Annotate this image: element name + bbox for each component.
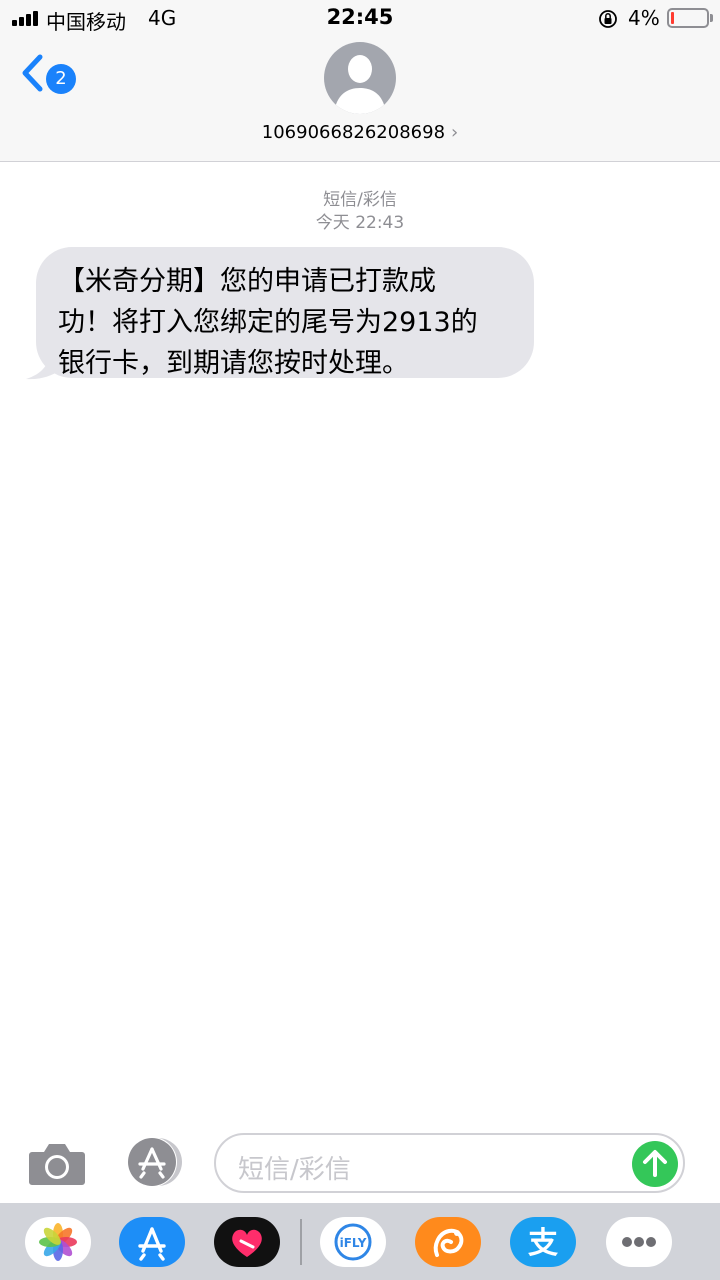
chevron-left-icon <box>22 54 43 92</box>
photos-icon[interactable] <box>25 1217 91 1267</box>
battery-nub <box>710 14 713 22</box>
ifly-icon[interactable]: iFLY <box>320 1217 386 1267</box>
camera-icon[interactable] <box>28 1140 86 1186</box>
status-bar: 中国移动 4G 22:45 4% <box>0 0 720 38</box>
orientation-lock-icon <box>599 10 617 28</box>
battery-level <box>671 12 674 24</box>
message-type-label: 短信/彩信 <box>323 190 397 210</box>
message-input-placeholder: 短信/彩信 <box>238 1155 351 1185</box>
app-store-icon[interactable] <box>122 1136 184 1188</box>
chevron-right-icon: › <box>451 122 459 143</box>
app-drawer: iFLY 支 <box>0 1203 720 1280</box>
battery-icon <box>667 8 709 28</box>
digital-touch-icon[interactable] <box>214 1217 280 1267</box>
app-store-icon[interactable] <box>119 1217 185 1267</box>
drawer-divider <box>300 1219 302 1265</box>
contact-avatar[interactable] <box>324 42 396 114</box>
message-bubble[interactable]: 【米奇分期】您的申请已打款成 功！将打入您绑定的尾号为2913的 银行卡，到期请… <box>36 247 534 379</box>
message-timestamp: 今天 22:43 <box>315 213 405 233</box>
send-button[interactable] <box>632 1141 678 1187</box>
conversation-header: 2 1069066826208698 › <box>0 38 720 162</box>
uc-browser-icon[interactable] <box>415 1217 481 1267</box>
contact-number-text: 1069066826208698 <box>261 122 446 143</box>
unread-count-badge: 2 <box>46 64 76 94</box>
person-icon <box>334 55 386 114</box>
more-icon[interactable] <box>606 1217 672 1267</box>
message-line: 功！将打入您绑定的尾号为2913的 <box>58 307 478 338</box>
message-line: 【米奇分期】您的申请已打款成 <box>58 266 436 297</box>
ifly-label: iFLY <box>340 1236 367 1250</box>
alipay-icon[interactable]: 支 <box>510 1217 576 1267</box>
contact-number[interactable]: 1069066826208698 › <box>0 122 720 143</box>
alipay-glyph: 支 <box>528 1226 558 1261</box>
back-button[interactable]: 2 <box>14 50 84 106</box>
message-input[interactable]: 短信/彩信 <box>214 1133 685 1193</box>
message-line: 银行卡，到期请您按时处理。 <box>58 348 409 379</box>
send-arrow-icon <box>643 1150 667 1177</box>
battery-percent: 4% <box>628 6 660 30</box>
